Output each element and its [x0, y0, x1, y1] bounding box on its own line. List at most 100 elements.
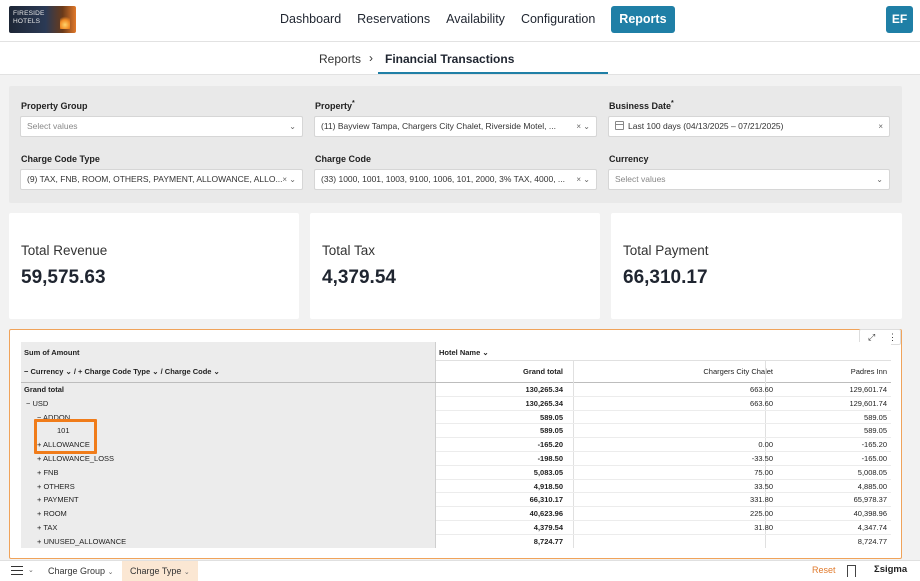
- breadcrumb: Reports › Financial Transactions: [0, 42, 920, 75]
- table-row[interactable]: + ALLOWANCE -165.20 0.00 -165.20: [21, 438, 891, 452]
- row-label[interactable]: + OTHERS: [37, 482, 75, 491]
- padres-inn-cell: 4,885.00: [857, 481, 887, 491]
- clear-icon[interactable]: ×: [878, 117, 883, 136]
- table-row[interactable]: + PAYMENT 66,310.17 331.80 65,978.37: [21, 493, 891, 508]
- business-date-value: Last 100 days (04/13/2025 – 07/21/2025): [628, 121, 784, 131]
- user-avatar[interactable]: EF: [886, 6, 913, 33]
- table-row[interactable]: + FNB 5,083.05 75.00 5,008.05: [21, 465, 891, 480]
- chevron-down-icon: ⌄: [289, 122, 296, 131]
- grand-total-cell: -165.20: [537, 440, 563, 450]
- grand-total-cell: 40,623.96: [529, 509, 563, 519]
- menu-icon[interactable]: [11, 566, 23, 575]
- padres-inn-cell: -165.20: [861, 440, 887, 450]
- tab-charge-group[interactable]: Charge Group ⌄: [40, 561, 121, 581]
- padres-inn-cell: 5,008.05: [857, 467, 887, 477]
- table-row[interactable]: + OTHERS 4,918.50 33.50 4,885.00: [21, 479, 891, 494]
- chargers-city-chalet-cell: 225.00: [750, 509, 773, 519]
- column-header-chargers-city-chalet: Chargers City Chalet: [703, 367, 773, 376]
- table-row[interactable]: Grand total 130,265.34 663.60 129,601.74: [21, 383, 891, 397]
- row-label[interactable]: + UNUSED_ALLOWANCE: [37, 537, 126, 546]
- column-field[interactable]: Hotel Name ⌄: [439, 348, 489, 357]
- row-label-background: [21, 465, 436, 480]
- row-label-background: [21, 507, 436, 521]
- grand-total-cell: 130,265.34: [525, 398, 563, 408]
- hotel-logo[interactable]: FIRESIDE HOTELS: [9, 6, 76, 33]
- currency-placeholder: Select values: [615, 174, 666, 184]
- breadcrumb-reports-link[interactable]: Reports: [319, 52, 361, 66]
- row-label[interactable]: + FNB: [37, 468, 58, 477]
- bottom-bar: ⌄ Charge Group ⌄ Charge Type ⌄ Reset Σsi…: [0, 560, 920, 581]
- chevron-down-icon[interactable]: ⌄: [28, 566, 34, 574]
- padres-inn-cell: 65,978.37: [853, 495, 887, 505]
- charge-code-type-label: Charge Code Type: [21, 154, 100, 164]
- table-row[interactable]: + UNUSED_ALLOWANCE 8,724.77 8,724.77: [21, 534, 891, 548]
- row-label[interactable]: Grand total: [24, 385, 64, 394]
- reset-button[interactable]: Reset: [812, 565, 836, 575]
- row-label[interactable]: + ALLOWANCE_LOSS: [37, 454, 114, 463]
- column-header-area: Hotel Name ⌄ Grand total Chargers City C…: [436, 342, 891, 382]
- charge-code-select[interactable]: (33) 1000, 1001, 1003, 9100, 1006, 101, …: [314, 169, 597, 190]
- table-row[interactable]: − USD 130,265.34 663.60 129,601.74: [21, 396, 891, 411]
- breadcrumb-current: Financial Transactions: [385, 52, 515, 66]
- chargers-city-chalet-cell: -33.50: [751, 453, 773, 463]
- chargers-city-chalet-cell: 75.00: [754, 467, 773, 477]
- padres-inn-cell: 589.05: [864, 426, 887, 436]
- kpi-value: 66,310.17: [623, 267, 708, 288]
- property-group-placeholder: Select values: [27, 121, 78, 131]
- property-group-label: Property Group: [21, 101, 88, 111]
- logo-text: FIRESIDE HOTELS: [13, 10, 45, 25]
- row-label[interactable]: + TAX: [37, 523, 57, 532]
- table-row[interactable]: 101 589.05 589.05: [21, 424, 891, 439]
- chargers-city-chalet-cell: 663.60: [750, 398, 773, 408]
- kpi-card-tax: Total Tax 4,379.54: [310, 213, 600, 319]
- row-label[interactable]: + ROOM: [37, 509, 67, 518]
- row-label-background: [21, 396, 436, 411]
- breadcrumb-separator-icon: ›: [369, 51, 373, 65]
- kpi-title: Total Revenue: [21, 243, 108, 258]
- charge-code-type-select[interactable]: (9) TAX, FNB, ROOM, OTHERS, PAYMENT, ALL…: [20, 169, 303, 190]
- clear-chevron-icon[interactable]: × ⌄: [282, 170, 296, 189]
- row-header-area: Sum of Amount − Currency ⌄ / + Charge Co…: [21, 342, 436, 382]
- padres-inn-cell: 4,347.74: [857, 522, 887, 532]
- chevron-down-icon: ⌄: [876, 175, 883, 184]
- highlight-box: [34, 419, 97, 454]
- row-label[interactable]: − USD: [26, 399, 48, 408]
- property-group-select[interactable]: Select values ⌄: [20, 116, 303, 137]
- row-fields[interactable]: − Currency ⌄ / + Charge Code Type ⌄ / Ch…: [24, 367, 220, 376]
- chargers-city-chalet-cell: 33.50: [754, 481, 773, 491]
- clear-chevron-icon[interactable]: × ⌄: [576, 117, 590, 136]
- table-row[interactable]: − ADDON 589.05 589.05: [21, 410, 891, 425]
- table-row[interactable]: + TAX 4,379.54 31.80 4,347.74: [21, 520, 891, 535]
- row-label-cell: + UNUSED_ALLOWANCE: [21, 534, 436, 548]
- tab-charge-type[interactable]: Charge Type ⌄: [122, 561, 198, 581]
- property-select[interactable]: (11) Bayview Tampa, Chargers City Chalet…: [314, 116, 597, 137]
- charge-code-type-value: (9) TAX, FNB, ROOM, OTHERS, PAYMENT, ALL…: [27, 174, 283, 184]
- nav-reservations[interactable]: Reservations: [349, 6, 438, 33]
- row-label[interactable]: + PAYMENT: [37, 495, 79, 504]
- table-row[interactable]: + ROOM 40,623.96 225.00 40,398.96: [21, 507, 891, 521]
- bookmark-icon[interactable]: [847, 565, 856, 577]
- kpi-title: Total Payment: [623, 243, 709, 258]
- chargers-city-chalet-cell: 331.80: [750, 495, 773, 505]
- clear-chevron-icon[interactable]: × ⌄: [576, 170, 590, 189]
- grand-total-cell: 589.05: [540, 426, 563, 436]
- charge-code-label: Charge Code: [315, 154, 372, 164]
- business-date-picker[interactable]: Last 100 days (04/13/2025 – 07/21/2025) …: [608, 116, 890, 137]
- padres-inn-cell: 129,601.74: [849, 398, 887, 408]
- nav-reports[interactable]: Reports: [611, 6, 675, 33]
- header-divider: [436, 360, 891, 361]
- kpi-value: 4,379.54: [322, 267, 396, 288]
- grand-total-cell: 4,918.50: [533, 481, 563, 491]
- grand-total-cell: 4,379.54: [533, 522, 563, 532]
- pivot-table-panel: ⤢ ⋮ Sum of Amount − Currency ⌄ / + Charg…: [9, 329, 902, 559]
- row-label-background: [21, 520, 436, 535]
- main-nav: Dashboard Reservations Availability Conf…: [272, 6, 675, 33]
- currency-select[interactable]: Select values ⌄: [608, 169, 890, 190]
- nav-availability[interactable]: Availability: [438, 6, 513, 33]
- column-header-grand-total: Grand total: [522, 367, 563, 376]
- table-row[interactable]: + ALLOWANCE_LOSS -198.50 -33.50 -165.00: [21, 451, 891, 466]
- nav-dashboard[interactable]: Dashboard: [272, 6, 349, 33]
- sigma-logo: Σsigma: [874, 564, 908, 575]
- nav-configuration[interactable]: Configuration: [513, 6, 603, 33]
- business-date-label: Business Date*: [609, 100, 674, 111]
